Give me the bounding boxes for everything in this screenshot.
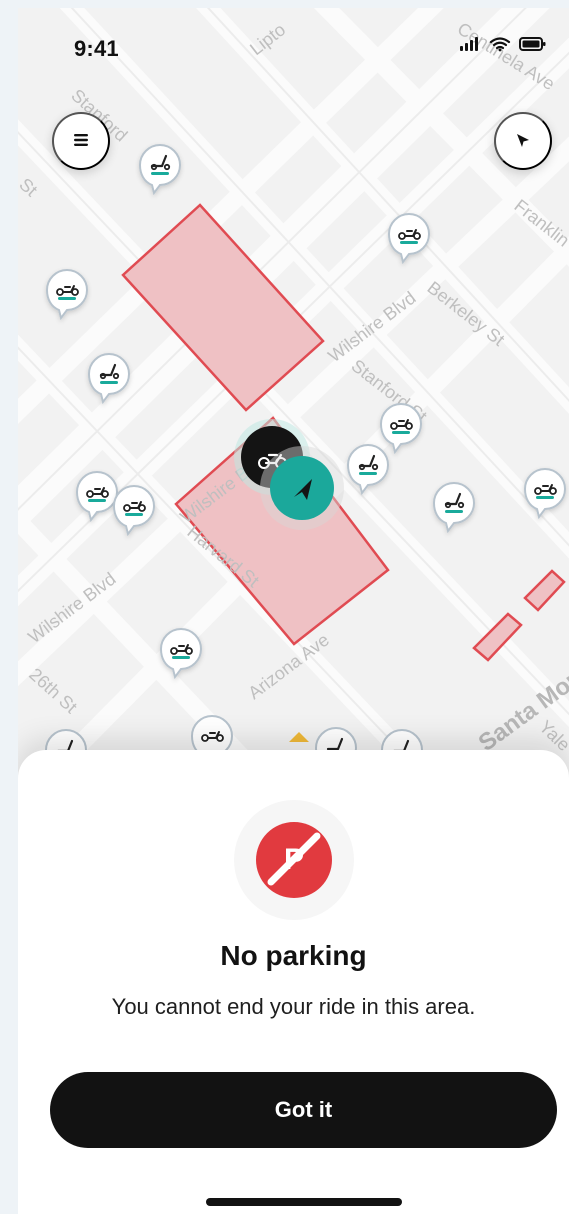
status-bar: 9:41: [18, 8, 569, 88]
no-parking-icon: P: [256, 822, 332, 898]
no-parking-sheet: P No parking You cannot end your ride in…: [18, 750, 569, 1214]
battery-icon: [519, 36, 547, 57]
user-location-marker: [260, 446, 344, 530]
cellular-signal-icon: [459, 36, 481, 57]
app-screen: Lipto Stanford St Franklin Wilshire Blvd…: [18, 8, 569, 1214]
no-parking-badge: P: [234, 800, 354, 920]
status-icons: [459, 36, 547, 57]
locate-button[interactable]: [494, 112, 552, 170]
hamburger-menu-icon: [72, 131, 90, 152]
status-time: 9:41: [74, 36, 119, 61]
wifi-icon: [489, 36, 511, 57]
no-parking-letter: P: [284, 843, 304, 876]
sheet-description: You cannot end your ride in this area.: [111, 994, 476, 1019]
home-indicator: [206, 1198, 402, 1206]
menu-button[interactable]: [52, 112, 110, 170]
got-it-button[interactable]: Got it: [50, 1072, 557, 1148]
sheet-title: No parking: [220, 940, 367, 971]
location-arrow-icon: [513, 130, 533, 153]
